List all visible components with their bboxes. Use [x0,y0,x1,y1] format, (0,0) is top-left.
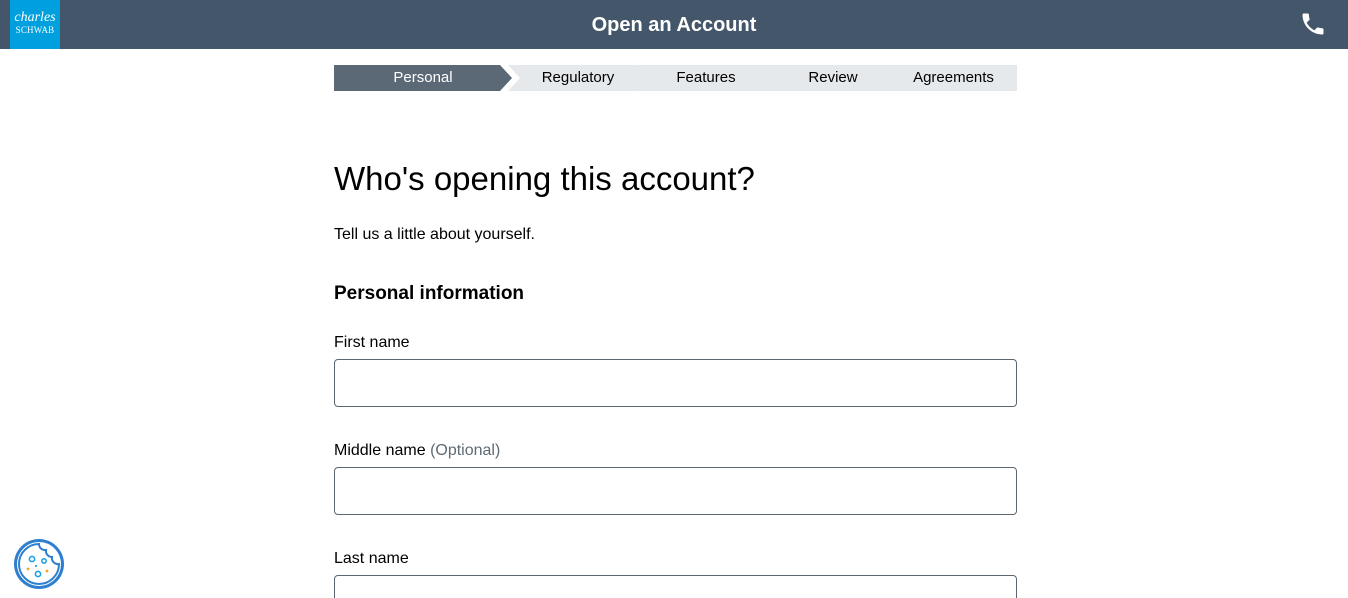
step-features[interactable]: Features [636,65,776,91]
last-name-label-text: Last name [334,550,409,567]
page-title: Who's opening this account? [334,160,755,197]
step-personal[interactable]: Personal [334,65,512,91]
first-name-label: First name [334,333,410,353]
phone-icon[interactable] [1299,10,1327,38]
middle-name-input[interactable] [334,467,1017,515]
first-name-input[interactable] [334,359,1017,407]
page-subtitle: Tell us a little about yourself. [334,226,535,243]
middle-name-label: Middle name (Optional) [334,441,500,461]
step-review[interactable]: Review [763,65,903,91]
cookie-icon [17,542,61,586]
section-title: Personal information [334,283,525,304]
step-label: Personal [393,69,453,86]
step-label: Features [676,69,736,86]
step-agreements[interactable]: Agreements [890,65,1017,91]
last-name-input[interactable] [334,575,1017,598]
top-bar: charles SCHWAB Open an Account [0,0,1348,49]
page-header-title: Open an Account [591,14,757,36]
step-label: Regulatory [541,69,615,86]
middle-name-label-text: Middle name [334,442,426,459]
last-name-label: Last name [334,549,409,569]
step-label: Agreements [913,69,994,86]
step-label: Review [808,69,858,86]
first-name-label-text: First name [334,334,410,351]
progress-steps: Personal Regulatory Features Review Agre… [334,65,1017,91]
cookie-settings-button[interactable] [14,539,64,589]
step-regulatory[interactable]: Regulatory [508,65,648,91]
optional-tag: (Optional) [430,442,501,459]
